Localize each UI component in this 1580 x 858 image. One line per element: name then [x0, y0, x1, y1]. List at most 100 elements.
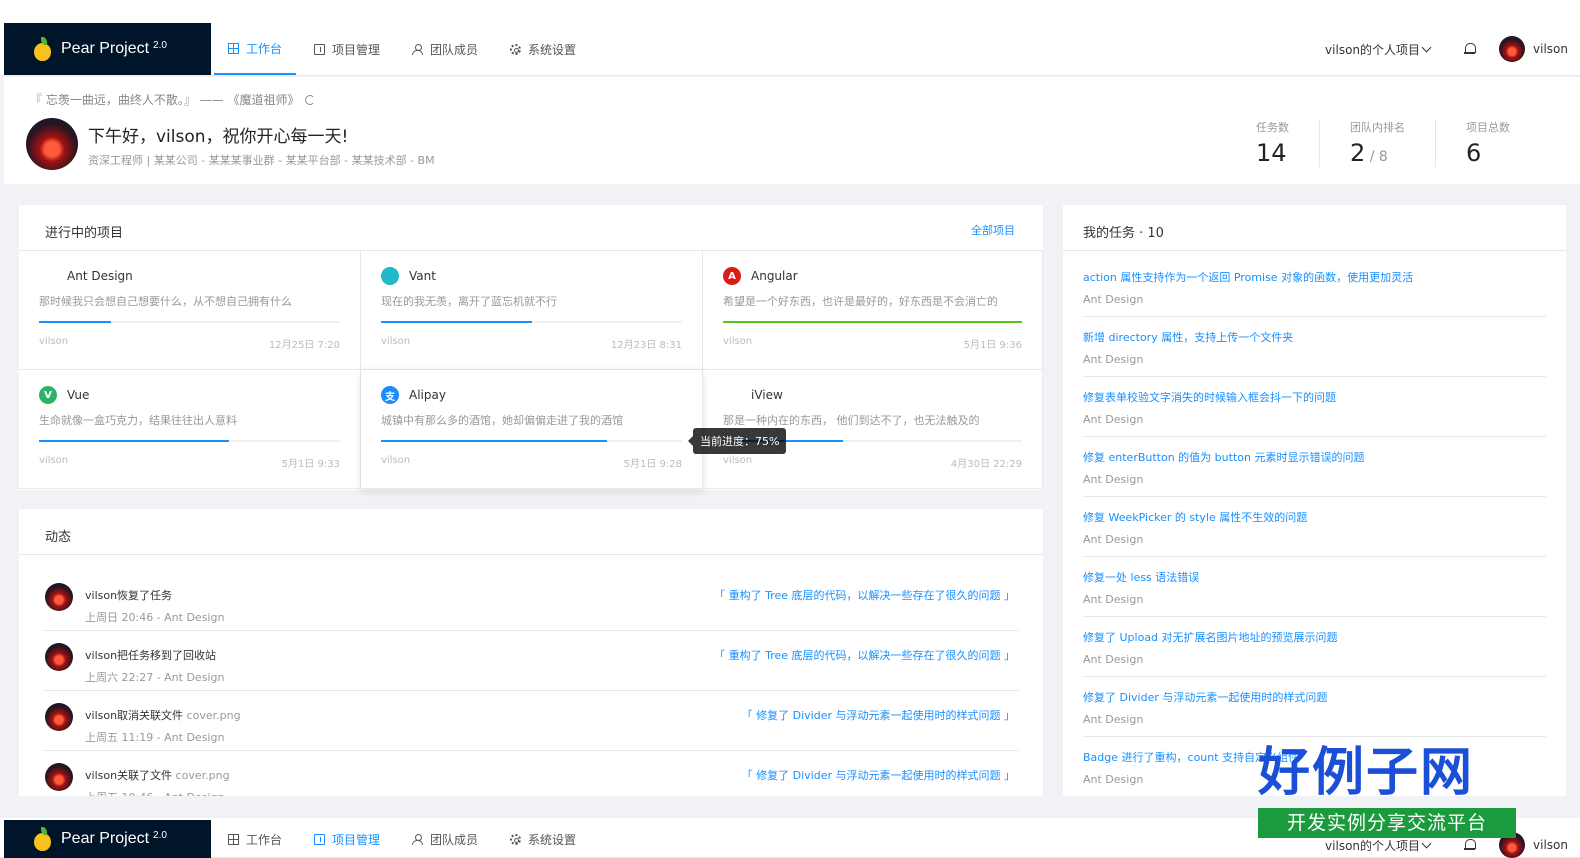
refresh-icon[interactable] — [305, 95, 316, 105]
project-desc: 希望是一个好东西，也许是最好的，好东西是不会消亡的 — [723, 295, 998, 308]
quote-text: 『 忘羡一曲远，曲终人不散。』 —— 《魔道祖师》 — [30, 93, 300, 107]
greeting: 下午好，vilson，祝你开心每一天! — [88, 127, 349, 147]
project-selector[interactable]: vilson的个人项目 — [1325, 837, 1432, 854]
nav-team[interactable]: 团队成员 — [398, 820, 492, 858]
stat-rank: 团队内排名 2 / 8 — [1319, 119, 1435, 167]
bell-icon[interactable] — [1464, 43, 1477, 55]
projects-title: 进行中的项目 — [45, 226, 124, 241]
user-avatar[interactable] — [1499, 36, 1526, 62]
task-project: Ant Design — [1083, 533, 1144, 546]
main-nav: 工作台 项目管理 团队成员 系统设置 — [214, 820, 594, 858]
project-card[interactable]: Ant Design 那时候我只会想自己想要什么，从不想自己拥有什么 vilson 1… — [19, 251, 361, 370]
activity-item: vilson把任务移到了回收站 上周六 22:27 - Ant Design 「 重… — [43, 631, 1019, 691]
nav-label: 工作台 — [246, 832, 283, 847]
task-project: Ant Design — [1083, 413, 1144, 426]
project-owner: vilson — [39, 455, 69, 466]
project-card[interactable]: 支 Alipay 城镇中有那么多的酒馆，她却偏偏走进了我的酒馆 vilson 5月1日 … — [361, 370, 703, 489]
quote: 『 忘羡一曲远，曲终人不散。』 —— 《魔道祖师》 — [30, 91, 316, 108]
user-name[interactable]: vilson — [1533, 42, 1568, 56]
nav-label: 系统设置 — [528, 832, 577, 847]
nav-label: 团队成员 — [430, 832, 479, 847]
task-title[interactable]: action 属性支持作为一个返回 Promise 对象的函数，使用更加灵活 — [1083, 269, 1546, 285]
stat-value: 2 — [1350, 139, 1366, 167]
activity-task-link[interactable]: 「 修复了 Divider 与浮动元素一起使用时的样式问题 」 — [742, 767, 1015, 783]
task-item: action 属性支持作为一个返回 Promise 对象的函数，使用更加灵活 An… — [1083, 257, 1546, 317]
task-project: Ant Design — [1083, 293, 1144, 306]
project-title: 支 Alipay — [381, 386, 682, 404]
nav-projects[interactable]: 项目管理 — [300, 23, 394, 75]
project-name[interactable]: Angular — [751, 269, 798, 283]
app-logo[interactable]: Pear Project 2.0 — [4, 23, 211, 75]
stat-sub: / 8 — [1365, 149, 1388, 165]
app-logo[interactable]: Pear Project 2.0 — [4, 820, 211, 858]
task-item: 修复表单校验文字消失的时候输入框会抖一下的问题 Ant Design — [1083, 377, 1546, 437]
project-name[interactable]: Ant Design — [67, 269, 133, 283]
task-title[interactable]: 修复 WeekPicker 的 style 属性不生效的问题 — [1083, 509, 1546, 525]
project-footer: vilson 5月1日 9:36 — [723, 336, 1022, 351]
project-icon — [314, 43, 326, 55]
activity-task-link[interactable]: 「 重构了 Tree 底层的代码，以解决一些存在了很久的问题 」 — [714, 647, 1015, 663]
activity-meta: 上周日 20:46 - Ant Design — [85, 611, 225, 624]
project-card[interactable]: A Angular 希望是一个好东西，也许是最好的，好东西是不会消亡的 vilson 5… — [703, 251, 1043, 370]
progress-bar[interactable] — [39, 321, 340, 323]
nav-team[interactable]: 团队成员 — [398, 23, 492, 75]
pear-logo-icon — [32, 37, 52, 61]
nav-workbench[interactable]: 工作台 — [214, 820, 296, 858]
project-time: 12月25日 7:20 — [268, 340, 340, 351]
task-item: 新增 directory 属性，支持上传一个文件夹 Ant Design — [1083, 317, 1546, 377]
activity-title: vilson把任务移到了回收站 — [85, 649, 217, 662]
progress-bar[interactable] — [381, 321, 682, 323]
task-title[interactable]: 修复 enterButton 的值为 button 元素时显示错误的问题 — [1083, 449, 1546, 465]
project-card[interactable]: V Vue 生命就像一盒巧克力，结果往往出人意料 vilson 5月1日 9:33 — [19, 370, 361, 489]
task-title[interactable]: 修复表单校验文字消失的时候输入框会抖一下的问题 — [1083, 389, 1546, 405]
task-title[interactable]: 修复了 Divider 与浮动元素一起使用时的样式问题 — [1083, 689, 1546, 705]
project-card[interactable]: Vant 现在的我无羡，离开了蓝忘机就不行 vilson 12月23日 8:31 — [361, 251, 703, 370]
nav-label: 团队成员 — [430, 42, 479, 57]
stat-value: 6 — [1466, 139, 1482, 167]
stats: 任务数 14 团队内排名 2 / 8 项目总数 6 — [1226, 119, 1540, 167]
bell-icon[interactable] — [1464, 839, 1477, 851]
progress-bar[interactable] — [723, 321, 1022, 323]
project-owner: vilson — [381, 336, 411, 347]
progress-fill — [723, 321, 1022, 323]
all-projects-link[interactable]: 全部项目 — [971, 222, 1015, 238]
task-project: Ant Design — [1083, 653, 1144, 666]
project-name[interactable]: Vue — [67, 388, 89, 402]
progress-fill — [39, 440, 229, 442]
project-selector[interactable]: vilson的个人项目 — [1325, 41, 1432, 58]
activity-task-link[interactable]: 「 修复了 Divider 与浮动元素一起使用时的样式问题 」 — [742, 707, 1015, 723]
progress-fill — [381, 321, 532, 323]
project-name[interactable]: Alipay — [409, 388, 446, 402]
activity-file: cover.png — [172, 769, 230, 782]
project-desc: 生命就像一盒巧克力，结果往往出人意料 — [39, 414, 237, 427]
nav-settings[interactable]: 系统设置 — [496, 23, 590, 75]
top-header: Pear Project 2.0 工作台 项目管理 团队成员 系统设置 vils… — [0, 0, 1580, 76]
dashboard-icon — [228, 42, 239, 54]
activity-avatar — [45, 643, 73, 671]
nav-settings[interactable]: 系统设置 — [496, 820, 590, 858]
user-name[interactable]: vilson — [1533, 838, 1568, 852]
angular-logo-icon: A — [723, 267, 741, 285]
task-project: Ant Design — [1083, 353, 1144, 366]
project-time: 5月1日 9:28 — [623, 459, 682, 470]
project-title: Ant Design — [39, 267, 340, 285]
project-name[interactable]: Vant — [409, 269, 436, 283]
nav-workbench[interactable]: 工作台 — [214, 23, 297, 75]
activity-title: vilson恢复了任务 — [85, 589, 173, 602]
task-title[interactable]: 修复一处 less 语法错误 — [1083, 569, 1546, 585]
progress-bar[interactable] — [39, 440, 340, 442]
project-title: iView — [723, 386, 1022, 404]
nav-projects[interactable]: 项目管理 — [300, 820, 394, 858]
progress-tooltip: 当前进度：75% — [687, 428, 787, 454]
task-title[interactable]: 修复了 Upload 对无扩展名图片地址的预览展示问题 — [1083, 629, 1546, 645]
activity-avatar — [45, 583, 73, 611]
task-title[interactable]: 新增 directory 属性，支持上传一个文件夹 — [1083, 329, 1546, 345]
activity-title: vilson取消关联文件 — [85, 709, 184, 722]
vant-logo-icon — [381, 267, 399, 285]
progress-bar[interactable] — [381, 440, 682, 442]
activity-task-link[interactable]: 「 重构了 Tree 底层的代码，以解决一些存在了很久的问题 」 — [714, 587, 1015, 603]
project-name[interactable]: iView — [751, 388, 783, 402]
activity-item: vilson关联了文件 cover.png 上周五 10:46 - Ant Des… — [43, 751, 1019, 796]
activity-title: 动态 — [45, 530, 72, 545]
stat-projects: 项目总数 6 — [1435, 119, 1540, 167]
